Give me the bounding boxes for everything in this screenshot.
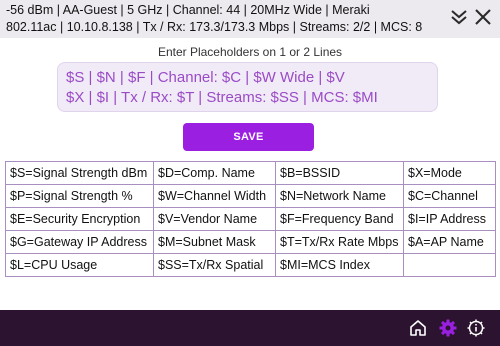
legend-row: $G=Gateway IP Address $M=Subnet Mask $T=Tx…	[5, 230, 496, 254]
double-chevron-down-icon	[451, 10, 467, 25]
status-line-2: 802.11ac | 10.10.8.138 | Tx / Rx: 173.3/…	[6, 20, 423, 34]
close-icon	[475, 9, 491, 25]
legend-cell: $W=Channel Width	[153, 184, 276, 208]
legend-cell: $B=BSSID	[275, 161, 404, 185]
placeholder-input[interactable]: $S | $N | $F | Channel: $C | $W Wide | $…	[57, 62, 438, 112]
legend-row: $L=CPU Usage $SS=Tx/Rx Spatial $MI=MCS Ind…	[5, 253, 496, 277]
legend-row: $E=Security Encryption $V=Vendor Name $F=F…	[5, 207, 496, 231]
placeholder-line-1[interactable]: $S | $N | $F | Channel: $C | $W Wide | $…	[66, 68, 429, 88]
legend-cell: $G=Gateway IP Address	[5, 230, 154, 254]
home-icon	[410, 320, 426, 336]
legend-cell: $E=Security Encryption	[5, 207, 154, 231]
about-button[interactable]	[466, 318, 486, 338]
legend-cell: $SS=Tx/Rx Spatial	[153, 253, 276, 277]
legend-cell: $I=IP Address	[403, 207, 496, 231]
legend-cell: $MI=MCS Index	[275, 253, 404, 277]
legend-cell: $N=Network Name	[275, 184, 404, 208]
placeholder-legend-table: $S=Signal Strength dBm $D=Comp. Name $B=BS…	[5, 161, 496, 277]
legend-row: $P=Signal Strength % $W=Channel Width $N=N…	[5, 184, 496, 208]
footer-bar	[0, 310, 500, 346]
legend-cell: $C=Channel	[403, 184, 496, 208]
save-button[interactable]: SAVE	[183, 123, 314, 151]
settings-button[interactable]	[438, 318, 458, 338]
legend-cell: $D=Comp. Name	[153, 161, 276, 185]
legend-cell: $P=Signal Strength %	[5, 184, 154, 208]
legend-cell: $M=Subnet Mask	[153, 230, 276, 254]
close-button[interactable]	[473, 7, 493, 27]
status-line-1: -56 dBm | AA-Guest | 5 GHz | Channel: 44…	[6, 3, 370, 17]
legend-cell: $V=Vendor Name	[153, 207, 276, 231]
collapse-button[interactable]	[449, 7, 469, 27]
legend-cell: $T=Tx/Rx Rate Mbps	[275, 230, 404, 254]
placeholder-line-2[interactable]: $X | $I | Tx / Rx: $T | Streams: $SS | M…	[66, 88, 429, 108]
legend-cell: $X=Mode	[403, 161, 496, 185]
legend-cell	[403, 253, 496, 277]
home-button[interactable]	[408, 318, 428, 338]
editor-label: Enter Placeholders on 1 or 2 Lines	[157, 45, 343, 59]
legend-cell: $A=AP Name	[403, 230, 496, 254]
status-header: -56 dBm | AA-Guest | 5 GHz | Channel: 44…	[0, 0, 500, 38]
gear-icon	[439, 319, 457, 337]
legend-cell: $S=Signal Strength dBm	[5, 161, 154, 185]
legend-row: $S=Signal Strength dBm $D=Comp. Name $B=BS…	[5, 161, 496, 185]
legend-cell: $L=CPU Usage	[5, 253, 154, 277]
info-gear-icon	[467, 319, 485, 337]
legend-cell: $F=Frequency Band	[275, 207, 404, 231]
